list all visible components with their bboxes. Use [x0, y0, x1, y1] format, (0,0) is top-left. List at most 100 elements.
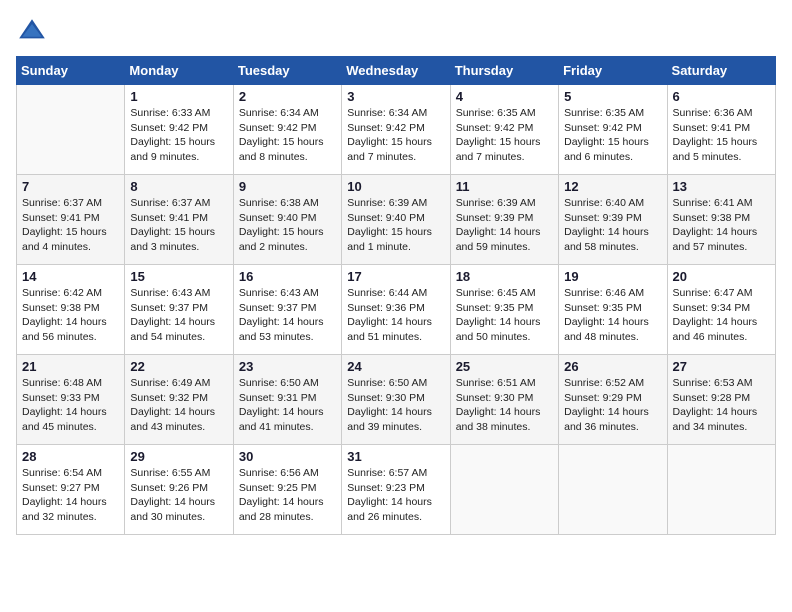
- calendar-cell: 24Sunrise: 6:50 AM Sunset: 9:30 PM Dayli…: [342, 355, 450, 445]
- day-info: Sunrise: 6:46 AM Sunset: 9:35 PM Dayligh…: [564, 286, 661, 345]
- day-number: 23: [239, 359, 336, 374]
- week-row-1: 1 Sunrise: 6:33 AM Sunset: 9:42 PM Daylig…: [17, 85, 776, 175]
- day-info: Sunrise: 6:44 AM Sunset: 9:36 PM Dayligh…: [347, 286, 444, 345]
- calendar-cell: 3 Sunrise: 6:34 AM Sunset: 9:42 PM Daylig…: [342, 85, 450, 175]
- calendar-cell: [667, 445, 775, 535]
- day-info: Sunrise: 6:37 AM Sunset: 9:41 PM Dayligh…: [130, 196, 227, 255]
- calendar-cell: 5 Sunrise: 6:35 AM Sunset: 9:42 PM Daylig…: [559, 85, 667, 175]
- day-info: Sunrise: 6:56 AM Sunset: 9:25 PM Dayligh…: [239, 466, 336, 525]
- day-number: 18: [456, 269, 553, 284]
- day-number: 29: [130, 449, 227, 464]
- calendar-cell: 30Sunrise: 6:56 AM Sunset: 9:25 PM Dayli…: [233, 445, 341, 535]
- day-info: Sunrise: 6:33 AM Sunset: 9:42 PM Dayligh…: [130, 106, 227, 165]
- day-info: Sunrise: 6:39 AM Sunset: 9:39 PM Dayligh…: [456, 196, 553, 255]
- logo: [16, 16, 52, 48]
- calendar-cell: 28Sunrise: 6:54 AM Sunset: 9:27 PM Dayli…: [17, 445, 125, 535]
- calendar-cell: 22Sunrise: 6:49 AM Sunset: 9:32 PM Dayli…: [125, 355, 233, 445]
- day-number: 2: [239, 89, 336, 104]
- day-info: Sunrise: 6:34 AM Sunset: 9:42 PM Dayligh…: [347, 106, 444, 165]
- calendar-cell: 9 Sunrise: 6:38 AM Sunset: 9:40 PM Daylig…: [233, 175, 341, 265]
- week-row-4: 21 Sunrise: 6:48 AM Sunset: 9:33 PM Dayli…: [17, 355, 776, 445]
- header-sunday: Sunday: [17, 57, 125, 85]
- logo-icon: [16, 16, 48, 48]
- calendar-cell: 2 Sunrise: 6:34 AM Sunset: 9:42 PM Daylig…: [233, 85, 341, 175]
- day-number: 11: [456, 179, 553, 194]
- day-number: 26: [564, 359, 661, 374]
- calendar-header: SundayMondayTuesdayWednesdayThursdayFrid…: [17, 57, 776, 85]
- day-info: Sunrise: 6:57 AM Sunset: 9:23 PM Dayligh…: [347, 466, 444, 525]
- day-info: Sunrise: 6:35 AM Sunset: 9:42 PM Dayligh…: [456, 106, 553, 165]
- calendar-cell: 7 Sunrise: 6:37 AM Sunset: 9:41 PM Daylig…: [17, 175, 125, 265]
- calendar-cell: 26Sunrise: 6:52 AM Sunset: 9:29 PM Dayli…: [559, 355, 667, 445]
- day-info: Sunrise: 6:41 AM Sunset: 9:38 PM Dayligh…: [673, 196, 770, 255]
- day-number: 13: [673, 179, 770, 194]
- calendar-cell: 29Sunrise: 6:55 AM Sunset: 9:26 PM Dayli…: [125, 445, 233, 535]
- calendar-table: SundayMondayTuesdayWednesdayThursdayFrid…: [16, 56, 776, 535]
- header-thursday: Thursday: [450, 57, 558, 85]
- day-info: Sunrise: 6:43 AM Sunset: 9:37 PM Dayligh…: [130, 286, 227, 345]
- calendar-cell: 19 Sunrise: 6:46 AM Sunset: 9:35 PM Dayli…: [559, 265, 667, 355]
- day-number: 16: [239, 269, 336, 284]
- day-info: Sunrise: 6:50 AM Sunset: 9:31 PM Dayligh…: [239, 376, 336, 435]
- calendar-cell: 15 Sunrise: 6:43 AM Sunset: 9:37 PM Dayli…: [125, 265, 233, 355]
- day-number: 4: [456, 89, 553, 104]
- calendar-cell: 25 Sunrise: 6:51 AM Sunset: 9:30 PM Dayli…: [450, 355, 558, 445]
- calendar-cell: 11 Sunrise: 6:39 AM Sunset: 9:39 PM Dayli…: [450, 175, 558, 265]
- day-number: 6: [673, 89, 770, 104]
- day-number: 5: [564, 89, 661, 104]
- week-row-5: 28Sunrise: 6:54 AM Sunset: 9:27 PM Dayli…: [17, 445, 776, 535]
- calendar-cell: 6Sunrise: 6:36 AM Sunset: 9:41 PM Daylig…: [667, 85, 775, 175]
- day-number: 24: [347, 359, 444, 374]
- day-info: Sunrise: 6:39 AM Sunset: 9:40 PM Dayligh…: [347, 196, 444, 255]
- day-info: Sunrise: 6:49 AM Sunset: 9:32 PM Dayligh…: [130, 376, 227, 435]
- page-header: [16, 16, 776, 48]
- week-row-2: 7 Sunrise: 6:37 AM Sunset: 9:41 PM Daylig…: [17, 175, 776, 265]
- header-tuesday: Tuesday: [233, 57, 341, 85]
- day-info: Sunrise: 6:45 AM Sunset: 9:35 PM Dayligh…: [456, 286, 553, 345]
- day-info: Sunrise: 6:42 AM Sunset: 9:38 PM Dayligh…: [22, 286, 119, 345]
- calendar-cell: [450, 445, 558, 535]
- calendar-cell: 21 Sunrise: 6:48 AM Sunset: 9:33 PM Dayli…: [17, 355, 125, 445]
- day-info: Sunrise: 6:54 AM Sunset: 9:27 PM Dayligh…: [22, 466, 119, 525]
- calendar-cell: 18 Sunrise: 6:45 AM Sunset: 9:35 PM Dayli…: [450, 265, 558, 355]
- week-row-3: 14 Sunrise: 6:42 AM Sunset: 9:38 PM Dayli…: [17, 265, 776, 355]
- day-number: 7: [22, 179, 119, 194]
- day-info: Sunrise: 6:48 AM Sunset: 9:33 PM Dayligh…: [22, 376, 119, 435]
- calendar-cell: 23 Sunrise: 6:50 AM Sunset: 9:31 PM Dayli…: [233, 355, 341, 445]
- day-number: 17: [347, 269, 444, 284]
- calendar-cell: [559, 445, 667, 535]
- day-number: 12: [564, 179, 661, 194]
- calendar-cell: 20Sunrise: 6:47 AM Sunset: 9:34 PM Dayli…: [667, 265, 775, 355]
- calendar-cell: 27Sunrise: 6:53 AM Sunset: 9:28 PM Dayli…: [667, 355, 775, 445]
- day-number: 10: [347, 179, 444, 194]
- day-info: Sunrise: 6:51 AM Sunset: 9:30 PM Dayligh…: [456, 376, 553, 435]
- day-number: 9: [239, 179, 336, 194]
- day-info: Sunrise: 6:37 AM Sunset: 9:41 PM Dayligh…: [22, 196, 119, 255]
- calendar-cell: [17, 85, 125, 175]
- calendar-cell: 4 Sunrise: 6:35 AM Sunset: 9:42 PM Daylig…: [450, 85, 558, 175]
- day-info: Sunrise: 6:34 AM Sunset: 9:42 PM Dayligh…: [239, 106, 336, 165]
- header-friday: Friday: [559, 57, 667, 85]
- calendar-cell: 12 Sunrise: 6:40 AM Sunset: 9:39 PM Dayli…: [559, 175, 667, 265]
- calendar-cell: 14 Sunrise: 6:42 AM Sunset: 9:38 PM Dayli…: [17, 265, 125, 355]
- day-number: 25: [456, 359, 553, 374]
- day-number: 8: [130, 179, 227, 194]
- calendar-cell: 16Sunrise: 6:43 AM Sunset: 9:37 PM Dayli…: [233, 265, 341, 355]
- day-number: 21: [22, 359, 119, 374]
- calendar-cell: 17 Sunrise: 6:44 AM Sunset: 9:36 PM Dayli…: [342, 265, 450, 355]
- header-saturday: Saturday: [667, 57, 775, 85]
- header-row: SundayMondayTuesdayWednesdayThursdayFrid…: [17, 57, 776, 85]
- day-info: Sunrise: 6:38 AM Sunset: 9:40 PM Dayligh…: [239, 196, 336, 255]
- day-info: Sunrise: 6:35 AM Sunset: 9:42 PM Dayligh…: [564, 106, 661, 165]
- day-info: Sunrise: 6:53 AM Sunset: 9:28 PM Dayligh…: [673, 376, 770, 435]
- header-wednesday: Wednesday: [342, 57, 450, 85]
- day-number: 19: [564, 269, 661, 284]
- day-number: 15: [130, 269, 227, 284]
- day-info: Sunrise: 6:40 AM Sunset: 9:39 PM Dayligh…: [564, 196, 661, 255]
- day-number: 14: [22, 269, 119, 284]
- day-number: 20: [673, 269, 770, 284]
- calendar-cell: 8 Sunrise: 6:37 AM Sunset: 9:41 PM Daylig…: [125, 175, 233, 265]
- day-number: 1: [130, 89, 227, 104]
- day-number: 3: [347, 89, 444, 104]
- day-number: 31: [347, 449, 444, 464]
